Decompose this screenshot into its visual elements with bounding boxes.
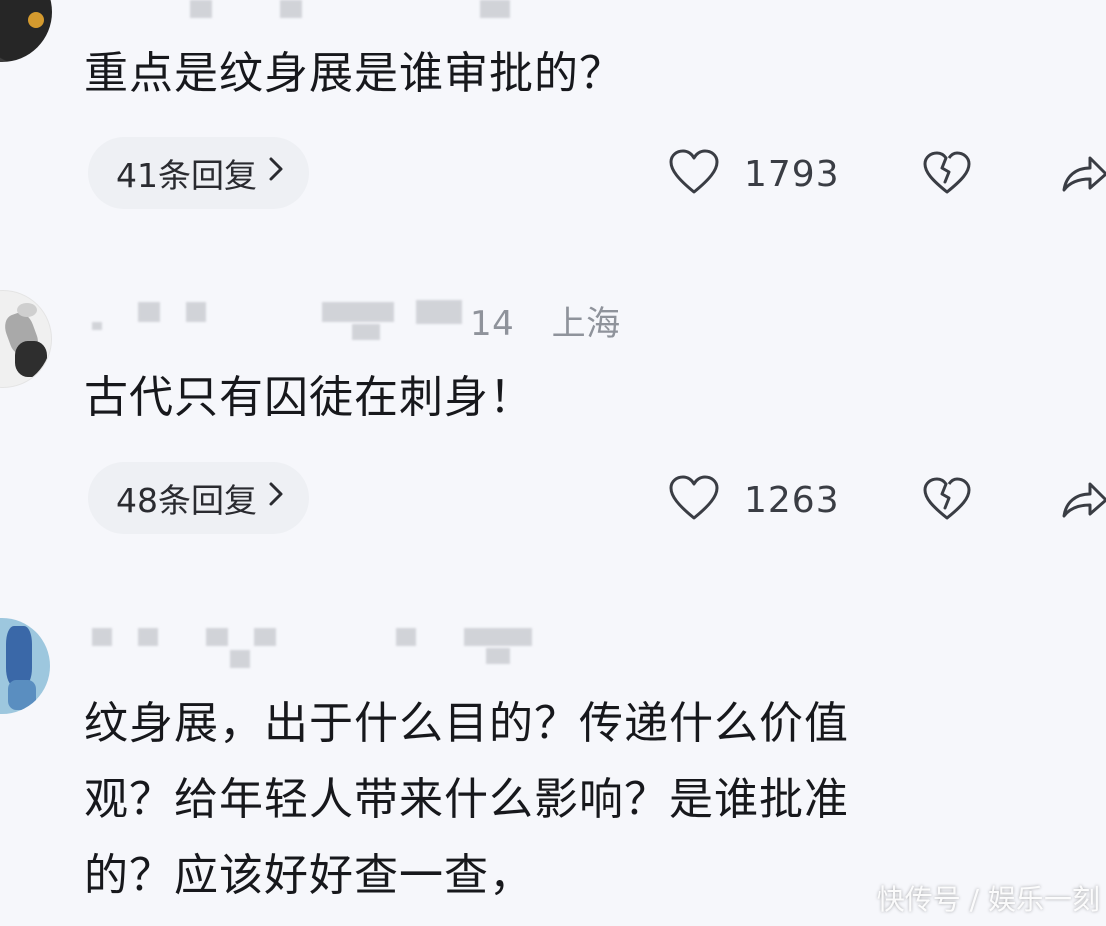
heart-icon xyxy=(668,148,720,200)
dislike-button[interactable] xyxy=(922,150,972,200)
redacted-username xyxy=(186,302,206,322)
comment-text: 古代只有囚徒在刺身！ xyxy=(84,372,534,423)
comment-text-line: 的？应该好好查一查， xyxy=(84,850,534,901)
chevron-right-icon xyxy=(267,480,285,516)
like-count: 1263 xyxy=(744,479,840,521)
user-avatar[interactable] xyxy=(0,618,50,714)
redacted-username xyxy=(92,628,112,646)
dislike-button[interactable] xyxy=(922,476,972,526)
chevron-right-icon xyxy=(267,155,285,191)
comment-feed: 重点是纹身展是谁审批的？ 41条回复 1793 14 上海 古代只有囚徒在刺身！ xyxy=(0,0,1106,926)
redacted-username xyxy=(230,650,250,668)
redacted-username xyxy=(138,628,158,646)
redacted-username xyxy=(92,322,102,330)
redacted-date xyxy=(322,302,394,322)
share-button[interactable] xyxy=(1060,476,1106,526)
share-icon xyxy=(1060,476,1106,526)
comment-text-line: 纹身展，出于什么目的？传递什么价值 xyxy=(84,698,849,749)
comment-text-line: 观？给年轻人带来什么影响？是谁批准 xyxy=(84,774,849,825)
broken-heart-icon xyxy=(922,476,972,526)
heart-icon xyxy=(668,474,720,526)
redacted-date xyxy=(352,324,380,340)
user-avatar[interactable] xyxy=(0,0,52,62)
redacted-username xyxy=(138,302,160,322)
redacted-username xyxy=(206,628,228,646)
redacted-date xyxy=(464,628,532,646)
redacted-date xyxy=(486,648,510,664)
view-replies-button[interactable]: 41条回复 xyxy=(88,137,309,209)
reply-count-label: 41条回复 xyxy=(116,156,257,195)
share-icon xyxy=(1060,150,1106,200)
watermark: 快传号 / 娱乐一刻 xyxy=(876,883,1100,916)
redacted-username xyxy=(254,628,276,646)
like-button[interactable]: 1793 xyxy=(668,148,840,200)
broken-heart-icon xyxy=(922,150,972,200)
comment-text: 重点是纹身展是谁审批的？ xyxy=(84,48,624,99)
redacted-username xyxy=(190,0,212,18)
comment-date: 14 上海 xyxy=(470,304,621,344)
redacted-timestamp xyxy=(480,0,510,18)
comment-location: 上海 xyxy=(551,304,621,344)
reply-count-label: 48条回复 xyxy=(116,481,257,520)
like-count: 1793 xyxy=(744,153,840,195)
view-replies-button[interactable]: 48条回复 xyxy=(88,462,309,534)
share-button[interactable] xyxy=(1060,150,1106,200)
redacted-date xyxy=(416,300,462,324)
like-button[interactable]: 1263 xyxy=(668,474,840,526)
user-avatar[interactable] xyxy=(0,290,52,388)
redacted-date xyxy=(396,628,416,646)
redacted-username xyxy=(280,0,302,18)
